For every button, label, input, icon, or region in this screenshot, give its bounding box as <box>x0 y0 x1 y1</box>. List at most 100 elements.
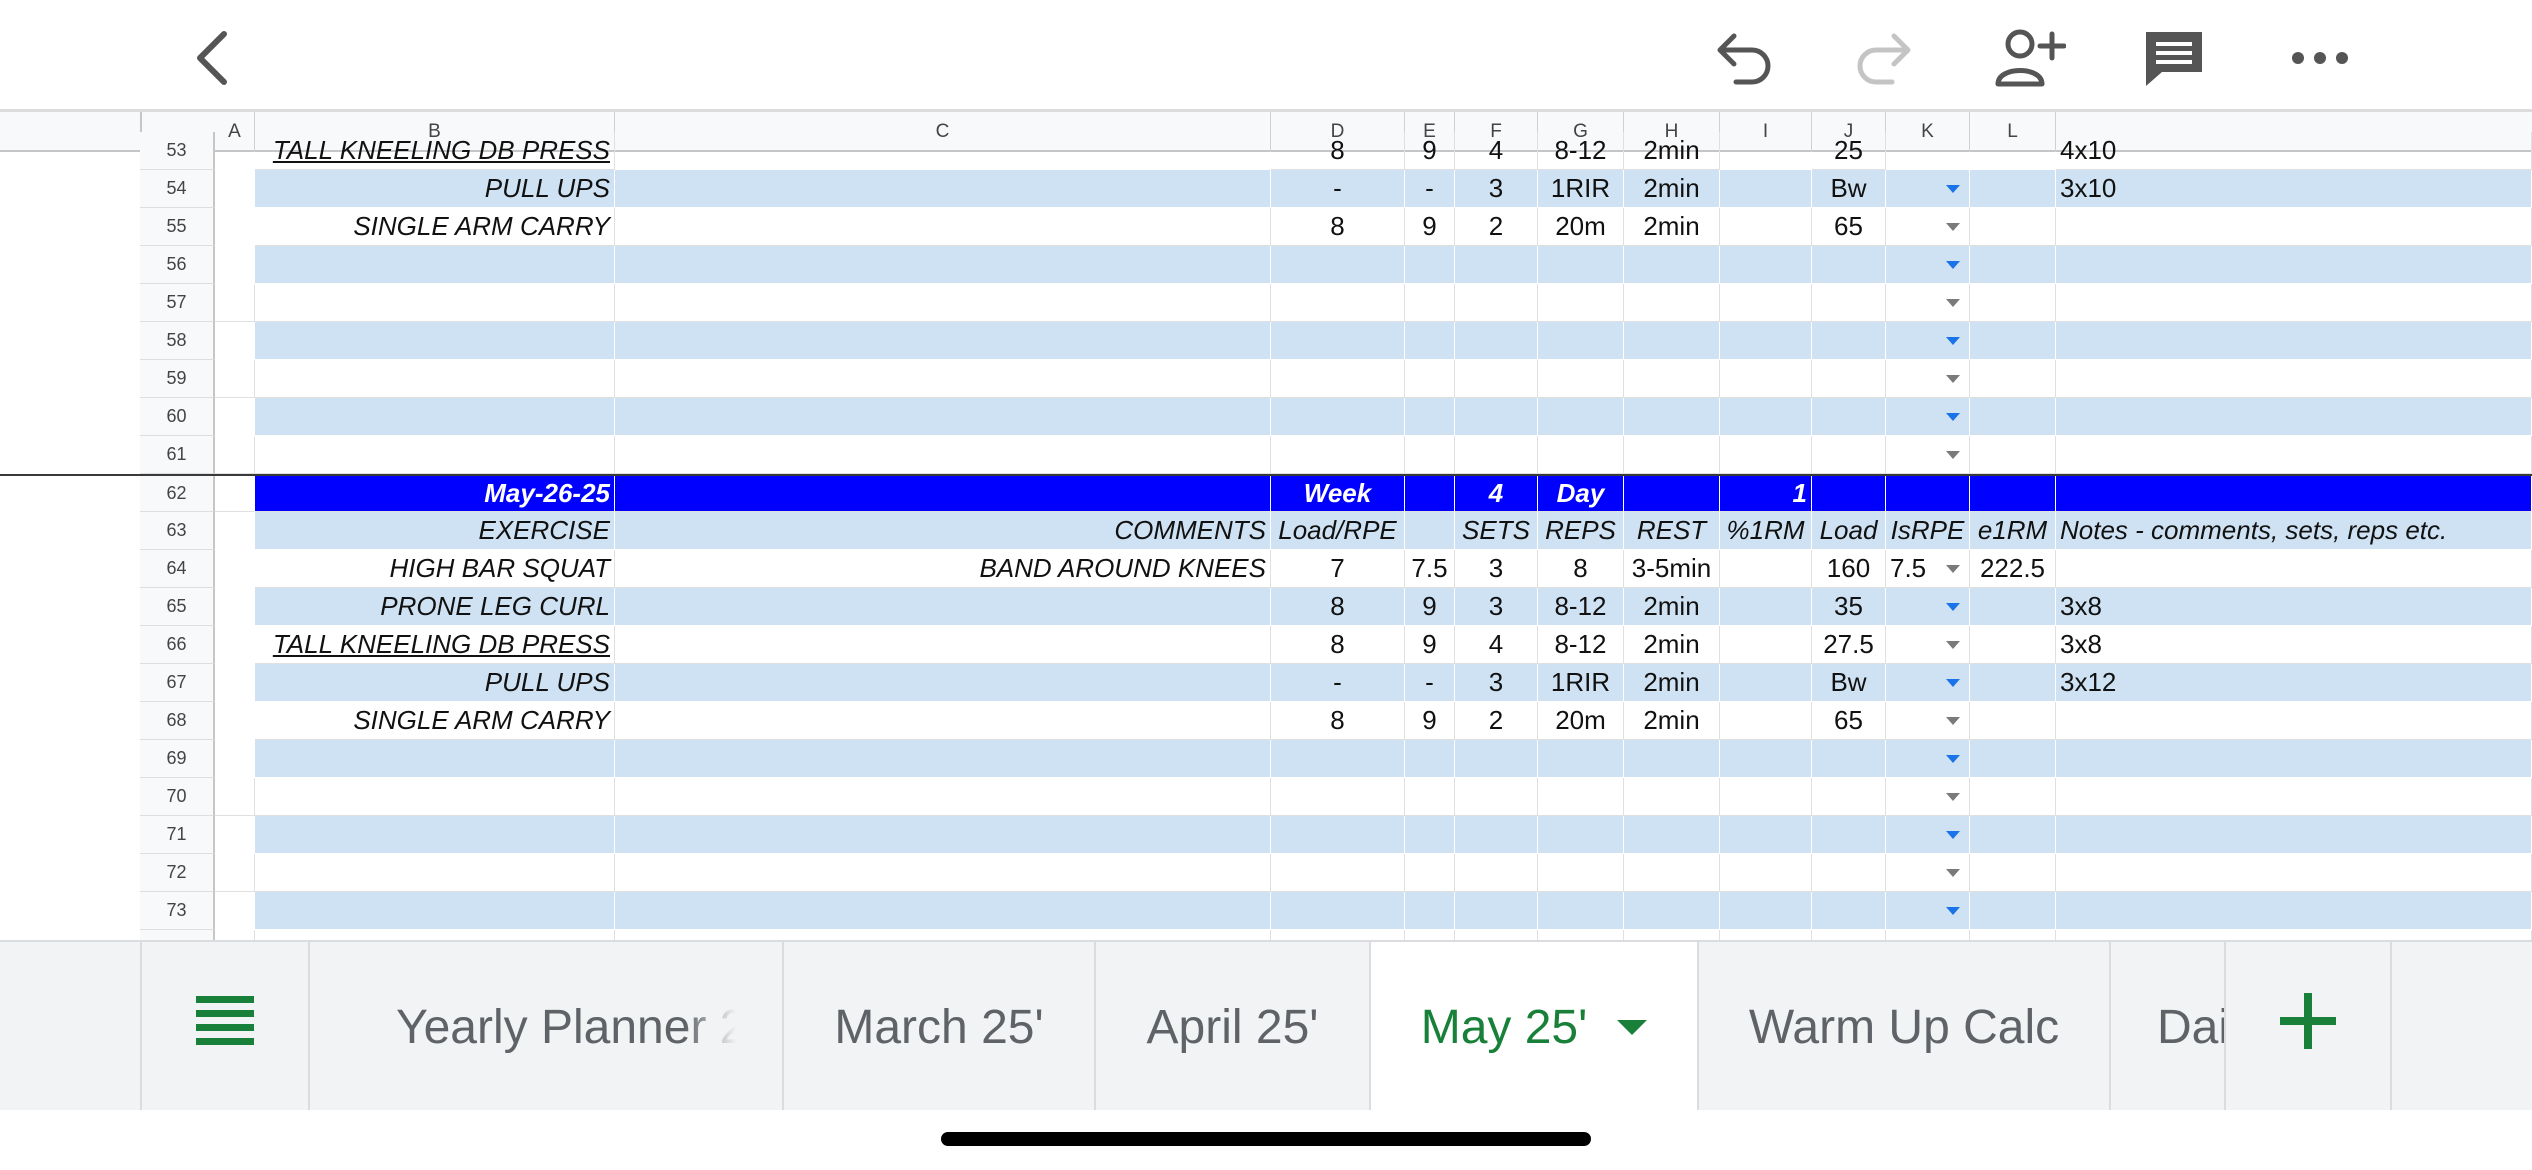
cell-f[interactable] <box>1455 360 1538 398</box>
cell-e1rm[interactable]: 222.5 <box>1970 550 2056 588</box>
cell-is-rpe-header[interactable]: IsRPE <box>1886 512 1970 550</box>
cell-a[interactable] <box>215 322 255 360</box>
cell-g[interactable] <box>1538 360 1624 398</box>
cell-rest[interactable]: 2min <box>1624 208 1720 246</box>
cell-m[interactable] <box>2056 360 2532 398</box>
cell-notes[interactable]: 3x12 <box>2056 664 2532 702</box>
spreadsheet-grid[interactable]: A B C D E F G H I J K L 53 TALL KNEELING… <box>0 112 2532 940</box>
cell-l[interactable] <box>1970 246 2056 284</box>
row-number[interactable]: 73 <box>140 892 215 930</box>
cell-rest-header[interactable]: REST <box>1624 512 1720 550</box>
cell-h[interactable] <box>1624 778 1720 816</box>
cell-h[interactable] <box>1624 892 1720 930</box>
cell-notes[interactable] <box>2056 550 2532 588</box>
cell-load[interactable]: 8 <box>1271 588 1405 626</box>
dropdown-chevron-icon[interactable] <box>1938 778 1968 816</box>
row-number[interactable]: 69 <box>140 740 215 778</box>
cell-d[interactable] <box>1271 778 1405 816</box>
cell-j[interactable] <box>1812 360 1886 398</box>
cell-c[interactable] <box>615 360 1271 398</box>
dropdown-chevron-icon[interactable] <box>1938 170 1968 208</box>
cell-j[interactable] <box>1812 740 1886 778</box>
cell-e1rm-header[interactable]: e1RM <box>1970 512 2056 550</box>
dropdown-chevron-icon[interactable] <box>1938 892 1968 930</box>
row-number[interactable]: 53 <box>140 132 215 170</box>
cell-j[interactable] <box>1812 436 1886 474</box>
cell-week-label[interactable]: Week <box>1271 476 1405 512</box>
cell-load[interactable]: 7 <box>1271 550 1405 588</box>
cell-percent-1rm[interactable] <box>1720 588 1812 626</box>
cell-comments[interactable] <box>615 588 1271 626</box>
cell-e[interactable] <box>1405 892 1455 930</box>
cell-h[interactable] <box>1624 436 1720 474</box>
row-number[interactable]: 67 <box>140 664 215 702</box>
cell-d[interactable] <box>1271 930 1405 940</box>
cell-f[interactable] <box>1455 816 1538 854</box>
cell-g[interactable] <box>1538 398 1624 436</box>
cell-f[interactable] <box>1455 322 1538 360</box>
cell-l[interactable] <box>1970 398 2056 436</box>
cell-b[interactable] <box>255 740 615 778</box>
cell-rest[interactable]: 2min <box>1624 588 1720 626</box>
cell-d[interactable] <box>1271 322 1405 360</box>
cell-b[interactable] <box>255 892 615 930</box>
cell-rpe[interactable]: 9 <box>1405 588 1455 626</box>
cell-load-value[interactable]: 27.5 <box>1812 626 1886 664</box>
row-number[interactable]: 63 <box>140 512 215 550</box>
cell-c[interactable] <box>615 436 1271 474</box>
dropdown-chevron-icon[interactable] <box>1938 664 1968 702</box>
cell-j[interactable] <box>1812 892 1886 930</box>
cell-reps[interactable]: 8-12 <box>1538 626 1624 664</box>
row-number[interactable]: 58 <box>140 322 215 360</box>
cell-l[interactable] <box>1970 360 2056 398</box>
cell-rpe[interactable]: - <box>1405 664 1455 702</box>
cell-m[interactable] <box>2056 246 2532 284</box>
cell-reps[interactable]: 1RIR <box>1538 664 1624 702</box>
cell-rpe[interactable]: 9 <box>1405 132 1455 170</box>
cell-d[interactable] <box>1271 436 1405 474</box>
cell-sets[interactable]: 3 <box>1455 550 1538 588</box>
cell-m[interactable] <box>2056 892 2532 930</box>
tab-warm-up-calc[interactable]: Warm Up Calc <box>1699 942 2111 1112</box>
cell-g[interactable] <box>1538 892 1624 930</box>
cell-a[interactable] <box>215 360 255 398</box>
cell-comments[interactable]: BAND AROUND KNEES <box>615 550 1271 588</box>
cell-a[interactable] <box>215 476 255 512</box>
cell-i[interactable] <box>1720 360 1812 398</box>
cell-f[interactable] <box>1455 284 1538 322</box>
dropdown-chevron-icon[interactable] <box>1938 588 1968 626</box>
cell-percent-1rm[interactable] <box>1720 550 1812 588</box>
cell-h[interactable] <box>1624 930 1720 940</box>
cell-a[interactable] <box>215 284 255 322</box>
cell-comments[interactable] <box>615 702 1271 740</box>
cell-f[interactable] <box>1455 930 1538 940</box>
row-number[interactable]: 54 <box>140 170 215 208</box>
dropdown-chevron-icon[interactable] <box>1938 284 1968 322</box>
row-number[interactable]: 74 <box>140 930 215 940</box>
cell-a[interactable] <box>215 816 255 854</box>
cell-comments[interactable] <box>615 626 1271 664</box>
cell-load-value[interactable]: 65 <box>1812 208 1886 246</box>
cell-e[interactable] <box>1405 284 1455 322</box>
cell-m[interactable] <box>2056 476 2532 512</box>
cell-reps[interactable]: 8-12 <box>1538 132 1624 170</box>
cell-exercise[interactable]: SINGLE ARM CARRY <box>255 208 615 246</box>
cell-f[interactable] <box>1455 398 1538 436</box>
cell-b[interactable] <box>255 284 615 322</box>
cell-a[interactable] <box>215 854 255 892</box>
cell-comments-header[interactable]: COMMENTS <box>615 512 1271 550</box>
row-number[interactable]: 70 <box>140 778 215 816</box>
row-number[interactable]: 68 <box>140 702 215 740</box>
tab-may-25[interactable]: May 25' <box>1371 942 1699 1112</box>
cell-l[interactable] <box>1970 476 2056 512</box>
cell-b[interactable] <box>255 246 615 284</box>
cell-e1rm[interactable] <box>1970 170 2056 208</box>
cell-c[interactable] <box>615 816 1271 854</box>
cell-f[interactable] <box>1455 246 1538 284</box>
cell-i[interactable] <box>1720 322 1812 360</box>
cell-d[interactable] <box>1271 816 1405 854</box>
cell-rpe[interactable]: - <box>1405 170 1455 208</box>
cell-reps[interactable]: 8 <box>1538 550 1624 588</box>
row-number[interactable]: 56 <box>140 246 215 284</box>
cell-comments[interactable] <box>615 664 1271 702</box>
